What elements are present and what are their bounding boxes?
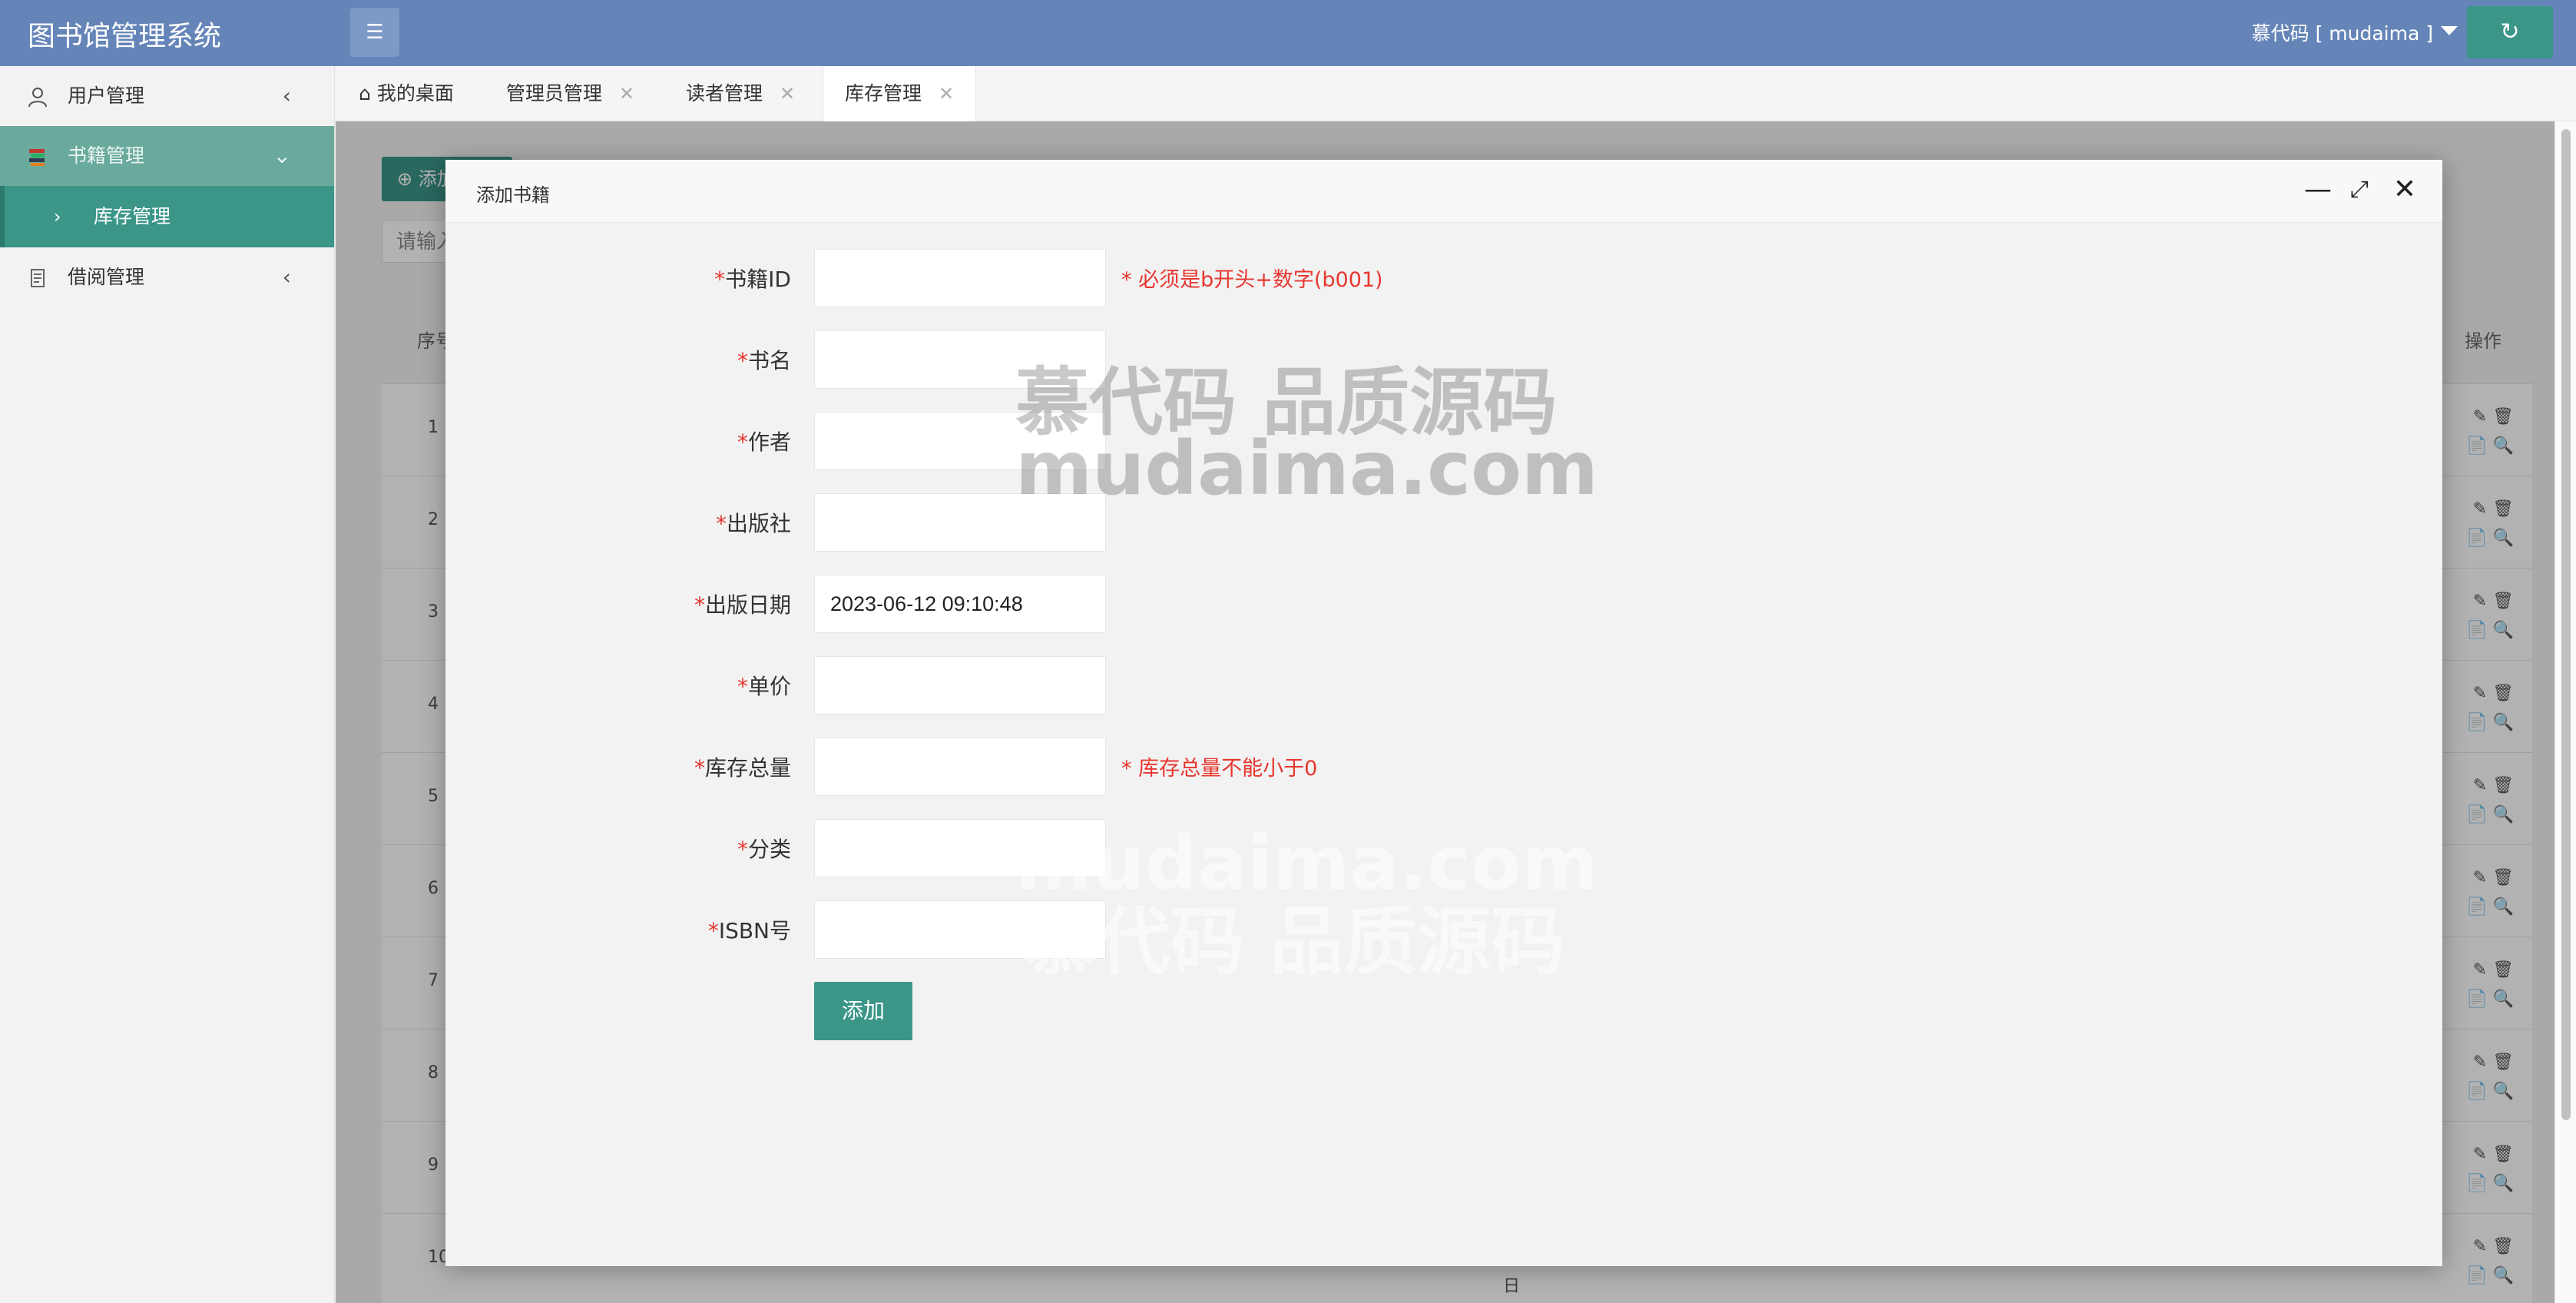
book-id-input[interactable]: [814, 249, 1106, 307]
label-text: 作者: [747, 429, 791, 455]
page-scrollbar[interactable]: [2554, 121, 2576, 1303]
label-text: ISBN号: [718, 918, 791, 943]
stock-total-input[interactable]: [814, 738, 1106, 796]
required-mark: *: [737, 348, 748, 373]
user-name: 慕代码 [ mudaima ]: [2251, 22, 2433, 45]
dialog-title: 添加书籍: [476, 184, 550, 206]
tab-reader-management[interactable]: 读者管理 ✕: [686, 66, 795, 121]
required-mark: *: [707, 918, 719, 943]
field-label-isbn: *ISBN号: [561, 914, 791, 945]
required-mark: *: [737, 429, 748, 455]
required-mark: *: [737, 674, 748, 699]
label-text: 单价: [747, 674, 791, 699]
label-text: 书名: [747, 348, 791, 373]
label-text: 分类: [747, 837, 791, 862]
minimize-icon[interactable]: —: [2304, 171, 2332, 209]
tab-label: 管理员管理: [506, 82, 603, 104]
sidebar-item-borrow-management[interactable]: 借阅管理 ‹: [0, 247, 334, 307]
close-icon[interactable]: ✕: [780, 83, 795, 104]
label-text: 出版日期: [704, 592, 791, 618]
tab-bar: ⌂ 我的桌面 管理员管理 ✕ 读者管理 ✕ 库存管理 ✕: [336, 66, 2576, 121]
user-icon: [26, 66, 49, 126]
price-input[interactable]: [814, 656, 1106, 714]
refresh-icon: ↻: [2500, 18, 2520, 45]
label-text: 出版社: [726, 511, 791, 536]
sidebar-item-label: 书籍管理: [68, 144, 145, 167]
user-menu[interactable]: 慕代码 [ mudaima ]: [2252, 18, 2458, 46]
top-header: 图书馆管理系统 ☰ 慕代码 [ mudaima ] ↻: [0, 0, 2576, 66]
required-mark: *: [694, 755, 705, 781]
required-mark: *: [694, 592, 705, 618]
book-id-tip: * 必须是b开头+数字(b001): [1121, 268, 1383, 292]
close-icon[interactable]: ✕: [939, 83, 954, 104]
refresh-button[interactable]: ↻: [2467, 6, 2553, 58]
maximize-icon[interactable]: ⤢: [2350, 171, 2369, 209]
chevron-left-icon: ‹: [282, 83, 291, 108]
menu-toggle-button[interactable]: ☰: [350, 8, 399, 57]
tab-admin-management[interactable]: 管理员管理 ✕: [506, 66, 634, 121]
add-book-dialog: 添加书籍 — ⤢ ✕ *书籍ID * 必须是b开头+数字(b001) *书名 *…: [445, 160, 2442, 1266]
tab-label: 我的桌面: [376, 82, 454, 104]
field-label-stock-total: *库存总量: [561, 751, 791, 782]
required-mark: *: [737, 837, 748, 862]
close-icon[interactable]: ✕: [2393, 171, 2416, 209]
field-label-price: *单价: [561, 670, 791, 701]
chevron-left-icon: ‹: [282, 264, 291, 290]
home-icon: ⌂: [359, 82, 371, 104]
scrollbar-thumb[interactable]: [2561, 129, 2571, 1120]
required-mark: *: [714, 267, 726, 292]
sidebar-item-user-management[interactable]: 用户管理 ‹: [0, 66, 334, 126]
sidebar: 用户管理 ‹ 书籍管理 ⌄ › 库存管理 借阅管理 ‹: [0, 66, 335, 1303]
document-icon: [26, 247, 49, 307]
publish-date-input[interactable]: 2023-06-12 09:10:48: [814, 575, 1106, 633]
sidebar-item-label: 借阅管理: [68, 266, 145, 288]
submit-add-button[interactable]: 添加: [814, 982, 912, 1040]
tab-label: 读者管理: [686, 82, 763, 104]
list-icon: ☰: [366, 21, 384, 44]
sidebar-item-book-management[interactable]: 书籍管理 ⌄: [0, 126, 334, 186]
caret-down-icon: [2441, 26, 2458, 35]
dialog-title-bar: 添加书籍 — ⤢ ✕: [445, 160, 2442, 223]
field-label-category: *分类: [561, 833, 791, 864]
chevron-down-icon: ⌄: [273, 143, 291, 168]
field-label-publish-date: *出版日期: [561, 589, 791, 619]
required-mark: *: [715, 511, 727, 536]
label-text: 库存总量: [704, 755, 791, 781]
sidebar-item-label: 用户管理: [68, 85, 145, 107]
books-icon: [26, 126, 49, 186]
sidebar-subitem-inventory[interactable]: › 库存管理: [0, 186, 334, 247]
tab-my-desktop[interactable]: ⌂ 我的桌面: [359, 66, 454, 121]
field-label-book-id: *书籍ID: [561, 263, 791, 293]
tab-label: 库存管理: [845, 82, 922, 104]
stock-total-tip: * 库存总量不能小于0: [1121, 757, 1318, 781]
sidebar-subitem-label: 库存管理: [94, 205, 171, 227]
app-logo: 图书馆管理系统: [28, 21, 222, 52]
field-label-publisher: *出版社: [561, 507, 791, 538]
tab-inventory-management[interactable]: 库存管理 ✕: [823, 66, 977, 121]
label-text: 书籍ID: [725, 267, 791, 292]
chevron-right-icon: ›: [54, 206, 61, 227]
field-label-author: *作者: [561, 426, 791, 456]
watermark-text: mudaima.com: [1015, 426, 1598, 512]
close-icon[interactable]: ✕: [619, 83, 634, 104]
watermark-text: 慕代码 品质源码: [1023, 899, 1565, 985]
field-label-title: *书名: [561, 344, 791, 375]
